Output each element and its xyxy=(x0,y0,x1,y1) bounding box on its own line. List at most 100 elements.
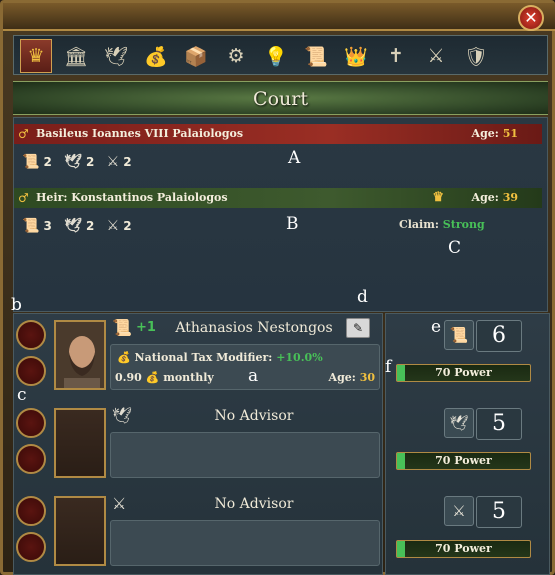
advisor-modifier: 💰 National Tax Modifier: +10.0% xyxy=(117,351,323,364)
court-window: ✕ ♛ 🏛 🕊 💰 📦 ⚙ 💡 📜 👑 ✝ ⚔ 🛡 Court ♂ Basileus Ioannes … xyxy=(0,0,555,575)
claim-value: Strong xyxy=(442,218,485,231)
power-bar[interactable]: 70 Power xyxy=(396,540,531,558)
cost-period: monthly xyxy=(163,371,214,384)
administrative-scroll-icon: 📜 xyxy=(112,318,132,337)
power-bar[interactable]: 70 Power xyxy=(396,364,531,382)
heir-name: Heir: Konstantinos Palaiologos xyxy=(36,191,228,204)
tab-crown-icon[interactable]: ♛ xyxy=(20,39,52,73)
advisor-age-value: 30 xyxy=(359,371,375,384)
advisor-promote-button[interactable] xyxy=(16,444,46,474)
tab-estates-crown-icon[interactable]: 👑 xyxy=(340,39,372,73)
tab-dove-icon[interactable]: 🕊 xyxy=(100,39,132,73)
claim-label: Claim: xyxy=(399,218,439,231)
marker-f: f xyxy=(385,357,392,377)
gold-icon: 💰 xyxy=(145,371,160,384)
tab-scroll-icon[interactable]: 📜 xyxy=(300,39,332,73)
modifier-label: National Tax Modifier: xyxy=(134,351,273,364)
modifier-value: +10.0% xyxy=(276,351,323,364)
advisor-details: 💰 National Tax Modifier: +10.0% 0.90 💰 m… xyxy=(110,344,380,390)
advisor-upgrade-button[interactable] xyxy=(16,320,46,350)
diplomatic-dove-icon: 🕊 xyxy=(444,408,474,438)
tab-shield-crest-icon[interactable]: 🛡 xyxy=(460,39,492,73)
military-swords-icon: ⚔ xyxy=(106,154,120,170)
tab-idea-lightbulb-icon[interactable]: 💡 xyxy=(260,39,292,73)
power-bar-label: 70 Power xyxy=(435,454,492,467)
advisor-portrait-empty[interactable] xyxy=(54,408,106,478)
ruler-mil: 2 xyxy=(123,155,132,169)
heir-mil: 2 xyxy=(123,219,132,233)
advisor-name: Athanasios Nestongos xyxy=(175,320,333,336)
advisor-name: No Advisor xyxy=(214,496,294,512)
power-bar-label: 70 Power xyxy=(435,542,492,555)
advisor-face-image xyxy=(56,322,104,388)
marker-c: c xyxy=(17,385,27,405)
administrative-scroll-icon: 📜 xyxy=(444,320,474,350)
close-icon[interactable]: ✕ xyxy=(518,5,544,31)
power-value: 5 xyxy=(476,496,522,528)
advisor-panel: 📜 +1 Athanasios Nestongos ✎ 💰 National T… xyxy=(13,313,383,575)
ruler-stats: 📜 2 🕊 2 ⚔ 2 xyxy=(22,154,136,170)
heir-bar[interactable]: ♂ Heir: Konstantinos Palaiologos ♛ Age: … xyxy=(14,188,542,208)
advisor-portrait[interactable] xyxy=(54,320,106,390)
tab-religion-cross-icon[interactable]: ✝ xyxy=(380,39,412,73)
advisor-name: No Advisor xyxy=(214,408,294,424)
title-banner: Court xyxy=(13,81,548,115)
advisor-promote-button[interactable] xyxy=(16,356,46,386)
tab-money-sacks-icon[interactable]: 💰 xyxy=(140,39,172,73)
marker-d: d xyxy=(357,287,368,307)
power-value: 5 xyxy=(476,408,522,440)
ruler-adm: 2 xyxy=(43,155,52,169)
monarch-power-panel: 📜 6 70 Power 🕊 5 70 Power ⚔ 5 70 Power xyxy=(385,313,550,575)
tab-gears-icon[interactable]: ⚙ xyxy=(220,39,252,73)
advisor-details[interactable] xyxy=(110,520,380,566)
advisor-age-label: Age: xyxy=(328,371,356,384)
ruler-name: Basileus Ioannes VIII Palaiologos xyxy=(36,127,244,140)
male-icon: ♂ xyxy=(18,191,29,205)
tab-trade-goods-icon[interactable]: 📦 xyxy=(180,39,212,73)
administrative-scroll-icon: 📜 xyxy=(22,154,40,170)
ruler-bar[interactable]: ♂ Basileus Ioannes VIII Palaiologos Age:… xyxy=(14,124,542,144)
power-administrative: 📜 6 70 Power xyxy=(386,314,551,400)
power-diplomatic: 🕊 5 70 Power xyxy=(386,402,551,488)
heir-claim: Claim: Strong xyxy=(399,218,485,231)
cost-value: 0.90 xyxy=(115,371,142,384)
military-swords-icon: ⚔ xyxy=(444,496,474,526)
marker-B: B xyxy=(286,214,299,234)
power-bar[interactable]: 70 Power xyxy=(396,452,531,470)
advisor-slot-military: ⚔ No Advisor xyxy=(14,490,384,574)
marker-a: a xyxy=(248,366,259,386)
ruler-age: Age: 51 xyxy=(472,124,518,144)
heir-dip: 2 xyxy=(85,219,95,233)
power-military: ⚔ 5 70 Power xyxy=(386,490,551,575)
ruler-age-value: 51 xyxy=(502,127,518,140)
crown-icon: ♛ xyxy=(432,190,444,205)
heir-age: Age: 39 xyxy=(472,188,518,208)
administrative-scroll-icon: 📜 xyxy=(22,218,40,234)
diplomatic-dove-icon: 🕊 xyxy=(112,406,133,425)
male-icon: ♂ xyxy=(18,127,29,141)
advisor-upgrade-button[interactable] xyxy=(16,408,46,438)
diplomatic-dove-icon: 🕊 xyxy=(64,154,82,170)
advisor-cost: 0.90 💰 monthly xyxy=(115,371,214,384)
advisor-portrait-empty[interactable] xyxy=(54,496,106,566)
page-title: Court xyxy=(253,88,308,110)
marker-A: A xyxy=(288,148,301,168)
military-swords-icon: ⚔ xyxy=(106,218,120,234)
advisor-promote-button[interactable] xyxy=(16,532,46,562)
advisor-upgrade-button[interactable] xyxy=(16,496,46,526)
window-top-border xyxy=(3,3,555,31)
advisor-slot-administrative: 📜 +1 Athanasios Nestongos ✎ 💰 National T… xyxy=(14,314,384,398)
marker-b: b xyxy=(11,295,22,315)
marker-e: e xyxy=(431,317,442,337)
diplomatic-dove-icon: 🕊 xyxy=(64,218,82,234)
ruler-age-label: Age: xyxy=(471,127,499,140)
heir-age-label: Age: xyxy=(471,191,499,204)
advisor-details[interactable] xyxy=(110,432,380,478)
dismiss-advisor-button[interactable]: ✎ xyxy=(346,318,370,338)
tab-government-building-icon[interactable]: 🏛 xyxy=(60,39,92,73)
military-swords-icon: ⚔ xyxy=(112,494,127,513)
power-bar-label: 70 Power xyxy=(435,366,492,379)
ruler-dip: 2 xyxy=(85,155,95,169)
tax-icon: 💰 xyxy=(117,351,131,364)
tab-military-helmet-icon[interactable]: ⚔ xyxy=(420,39,452,73)
